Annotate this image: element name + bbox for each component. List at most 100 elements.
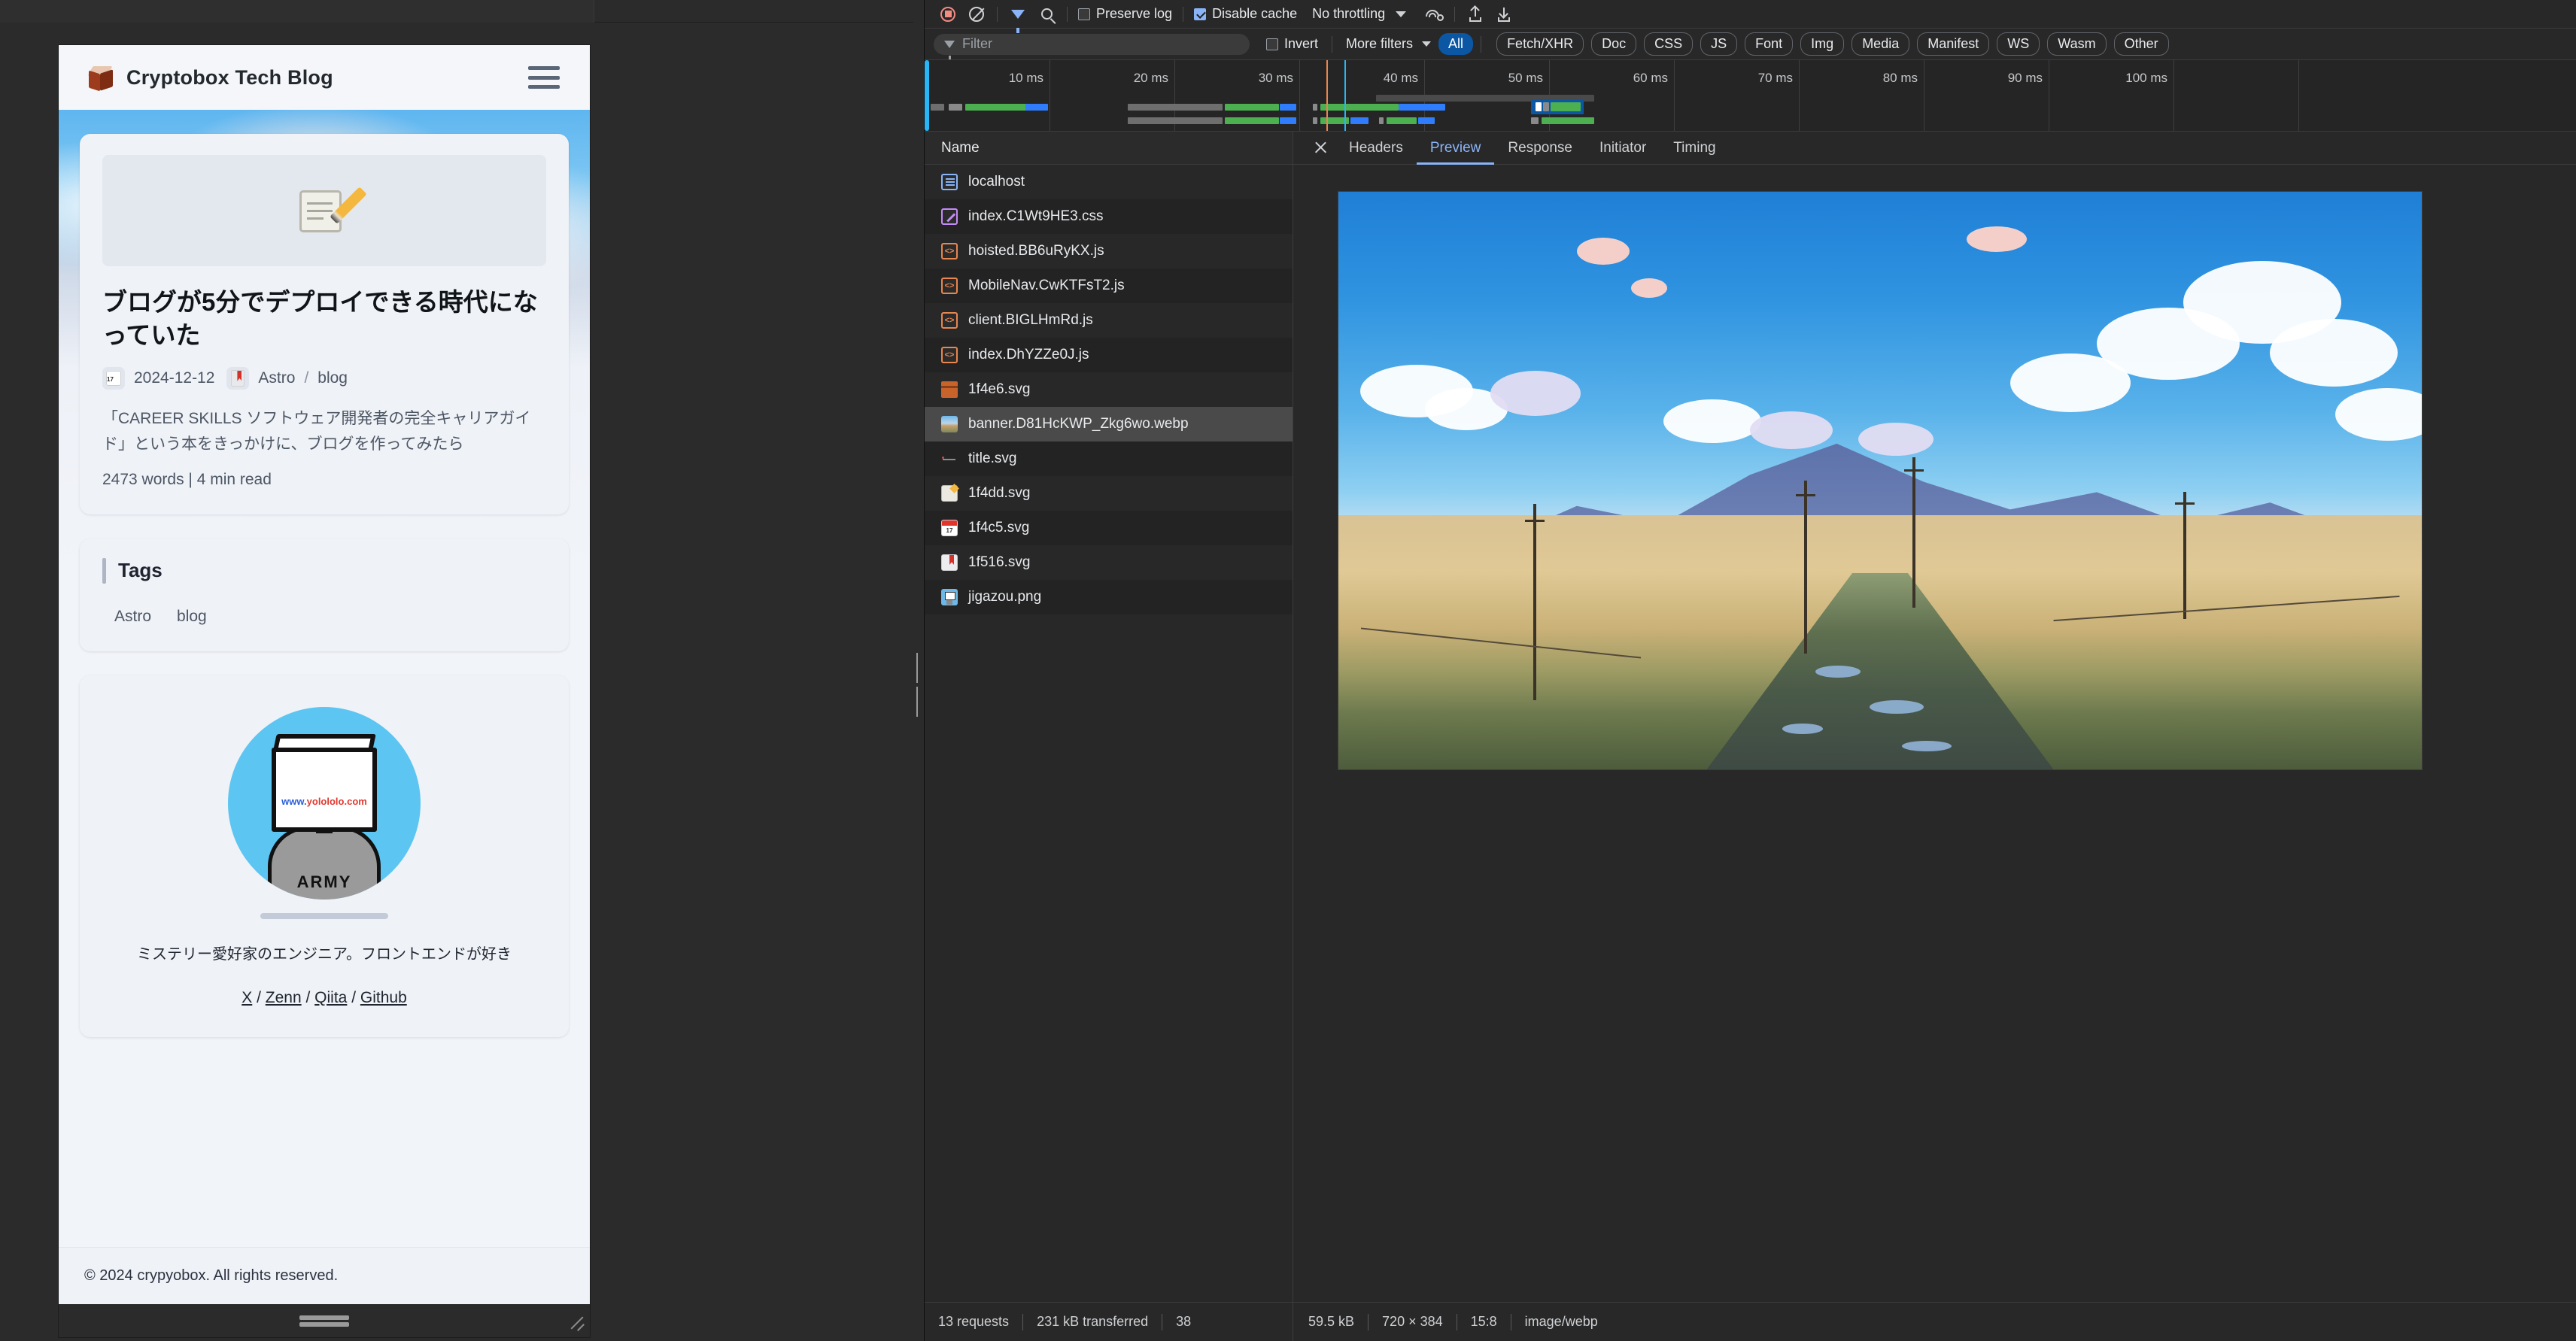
timeline-start-marker [925,60,929,131]
filter-type-manifest[interactable]: Manifest [1917,32,1989,56]
social-link-github[interactable]: Github [360,989,407,1006]
filter-type-img[interactable]: Img [1800,32,1844,56]
filter-type-other[interactable]: Other [2114,32,2169,56]
table-row[interactable]: index.C1Wt9HE3.css [925,199,1293,234]
filter-type-ws[interactable]: WS [1997,32,2040,56]
search-icon[interactable] [1032,3,1061,26]
disable-cache-checkbox[interactable]: Disable cache [1189,6,1302,22]
tag-item-astro[interactable]: Astro [114,608,151,626]
filter-type-js[interactable]: JS [1700,32,1737,56]
chevron-down-icon [1422,41,1431,47]
request-rows: localhost index.C1Wt9HE3.css <> hoisted.… [925,165,1293,1302]
social-link-qiita[interactable]: Qiita [314,989,347,1006]
timeline-tick-70ms: 70 ms [1758,71,1799,86]
post-card[interactable]: ブログが5分でデプロイできる時代になっていた 17 2024-12-12 Ast… [80,134,569,514]
filter-placeholder: Filter [962,36,992,52]
status-image-info: 59.5 kB 720 × 384 15:8 image/webp [1293,1303,2576,1341]
network-toolbar: Preserve log Disable cache No throttling [925,0,2576,29]
disable-cache-box[interactable] [1194,8,1206,20]
request-list-header[interactable]: Name [925,132,1293,165]
social-link-x[interactable]: X [242,989,252,1006]
pane-splitter-grip-icon[interactable] [916,653,921,721]
table-row[interactable]: title.svg [925,441,1293,476]
network-body: Name localhost index.C1Wt9HE3.css <> hoi… [925,132,2576,1302]
doc-icon [941,174,958,190]
throttling-select[interactable]: No throttling [1312,6,1406,22]
table-row[interactable]: 17 1f4c5.svg [925,511,1293,545]
filter-type-all[interactable]: All [1438,33,1473,55]
social-link-zenn[interactable]: Zenn [266,989,302,1006]
status-requests: 13 requests [938,1314,1009,1330]
request-name: 1f4e6.svg [968,381,1030,398]
table-row[interactable]: <> MobileNav.CwKTFsT2.js [925,269,1293,303]
filter-type-css[interactable]: CSS [1644,32,1693,56]
filter-type-font[interactable]: Font [1745,32,1793,56]
post-date: 2024-12-12 [134,369,214,387]
avatar-hoodie-label: ARMY [297,872,352,892]
import-har-icon[interactable] [1461,3,1490,26]
table-row[interactable]: banner.D81HcKWP_Zkg6wo.webp [925,407,1293,441]
table-row[interactable]: jigazou.png [925,580,1293,614]
table-row[interactable]: 1f4dd.svg [925,476,1293,511]
post-meta: 17 2024-12-12 Astro / blog [102,367,546,390]
table-row[interactable]: <> index.DhYZZe0J.js [925,338,1293,372]
banner-image-preview [1338,192,2422,769]
export-har-icon[interactable] [1490,3,1518,26]
request-name: hoisted.BB6uRyKX.js [968,243,1104,259]
tab-timing[interactable]: Timing [1660,132,1729,165]
utility-pole [1804,481,1807,654]
post-subcategory[interactable]: blog [317,369,348,387]
filter-icon[interactable] [1004,3,1032,26]
invert-box[interactable] [1266,38,1278,50]
table-row[interactable]: <> hoisted.BB6uRyKX.js [925,234,1293,269]
browser-tab-stub[interactable] [0,0,594,23]
cryptobox-logo-icon [89,65,114,90]
profile-card: ARMY www.yolololo.com ミステリー愛好家のエンジニア。フロン… [80,675,569,1037]
record-button[interactable] [934,3,962,26]
site-brand[interactable]: Cryptobox Tech Blog [89,65,333,90]
status-resources: 38 [1176,1314,1191,1330]
invert-checkbox[interactable]: Invert [1266,36,1318,52]
request-name: localhost [968,174,1025,190]
table-row[interactable]: <> client.BIGLHmRd.js [925,303,1293,338]
filter-type-doc[interactable]: Doc [1591,32,1636,56]
device-resize-bar[interactable] [59,1304,590,1337]
site-main: ブログが5分でデプロイできる時代になっていた 17 2024-12-12 Ast… [59,110,590,1279]
preserve-log-box[interactable] [1078,8,1090,20]
tag-item-blog[interactable]: blog [177,608,207,626]
timeline-tick-40ms: 40 ms [1384,71,1424,86]
preview-content [1293,165,2576,1302]
image-small-icon [941,451,958,467]
toolbar-divider [1067,7,1068,22]
pane-splitter[interactable] [913,0,924,1341]
profile-bio: ミステリー愛好家のエンジニア。フロントエンドが好き [102,942,546,963]
tags-card: Tags Astro blog [80,539,569,651]
network-conditions-icon[interactable] [1420,3,1448,26]
table-row[interactable]: localhost [925,165,1293,199]
tab-response[interactable]: Response [1494,132,1586,165]
dom-content-loaded-marker [1344,60,1346,131]
table-row[interactable]: 1f4e6.svg [925,372,1293,407]
resize-grip-icon[interactable] [299,1313,349,1329]
preserve-log-checkbox[interactable]: Preserve log [1074,6,1177,22]
tags-accent-bar [102,558,106,584]
close-icon[interactable] [1305,133,1335,163]
filter-type-wasm[interactable]: Wasm [2047,32,2106,56]
network-filter-bar: Filter Invert More filters All Fetch/XHR… [925,29,2576,60]
tab-preview[interactable]: Preview [1417,132,1495,165]
status-transferred: 231 kB transferred [1037,1314,1148,1330]
resize-corner-icon[interactable] [566,1312,585,1331]
filter-type-media[interactable]: Media [1852,32,1909,56]
filter-type-fetch-xhr[interactable]: Fetch/XHR [1496,32,1584,56]
post-category[interactable]: Astro [258,369,295,387]
network-overview-timeline[interactable]: 10 ms 20 ms 30 ms 40 ms 50 ms 60 ms 70 m… [925,60,2576,132]
tab-initiator[interactable]: Initiator [1586,132,1660,165]
tab-headers[interactable]: Headers [1335,132,1417,165]
clear-button[interactable] [962,3,991,26]
script-icon: <> [941,312,958,329]
social-sep-2: / [302,989,315,1006]
hamburger-menu-icon[interactable] [528,66,560,89]
table-row[interactable]: 1f516.svg [925,545,1293,580]
more-filters-dropdown[interactable]: More filters [1346,36,1431,52]
filter-input[interactable]: Filter [934,34,1250,55]
